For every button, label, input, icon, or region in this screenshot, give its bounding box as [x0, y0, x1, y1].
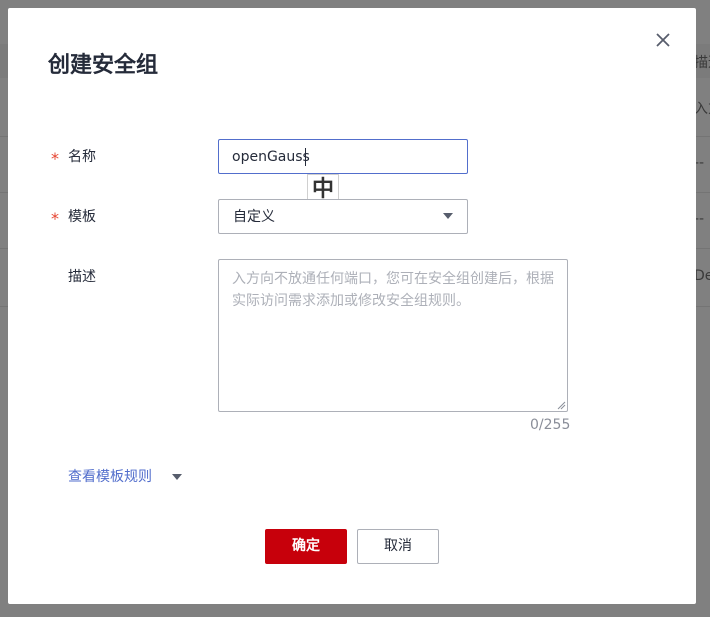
template-selected-value: 自定义: [233, 209, 275, 225]
name-input[interactable]: [218, 139, 468, 174]
text-caret: [305, 148, 306, 166]
required-marker: *: [51, 149, 59, 168]
template-label: 模板: [68, 209, 96, 225]
required-marker: *: [51, 209, 59, 228]
cancel-button[interactable]: 取消: [357, 529, 439, 564]
confirm-button[interactable]: 确定: [265, 529, 347, 564]
name-label: 名称: [68, 149, 96, 165]
resize-handle-icon[interactable]: [556, 400, 566, 410]
description-label: 描述: [68, 269, 96, 285]
create-security-group-dialog: 创建安全组 * 名称 中 * 模板 自定义 描述 0/255 查看模板规则 确定…: [8, 8, 696, 604]
caret-down-icon: [443, 213, 453, 219]
background-cell: 入方: [694, 101, 710, 117]
view-template-rules-link[interactable]: 查看模板规则: [68, 467, 152, 487]
description-textarea[interactable]: [218, 259, 568, 412]
close-icon: [656, 33, 670, 47]
background-column-header: 描述: [694, 55, 710, 71]
character-counter: 0/255: [530, 417, 571, 433]
dialog-title: 创建安全组: [48, 53, 159, 78]
close-button[interactable]: [652, 29, 674, 51]
caret-down-icon[interactable]: [172, 474, 182, 480]
background-cell: De: [694, 268, 710, 284]
template-select[interactable]: 自定义: [218, 199, 468, 234]
